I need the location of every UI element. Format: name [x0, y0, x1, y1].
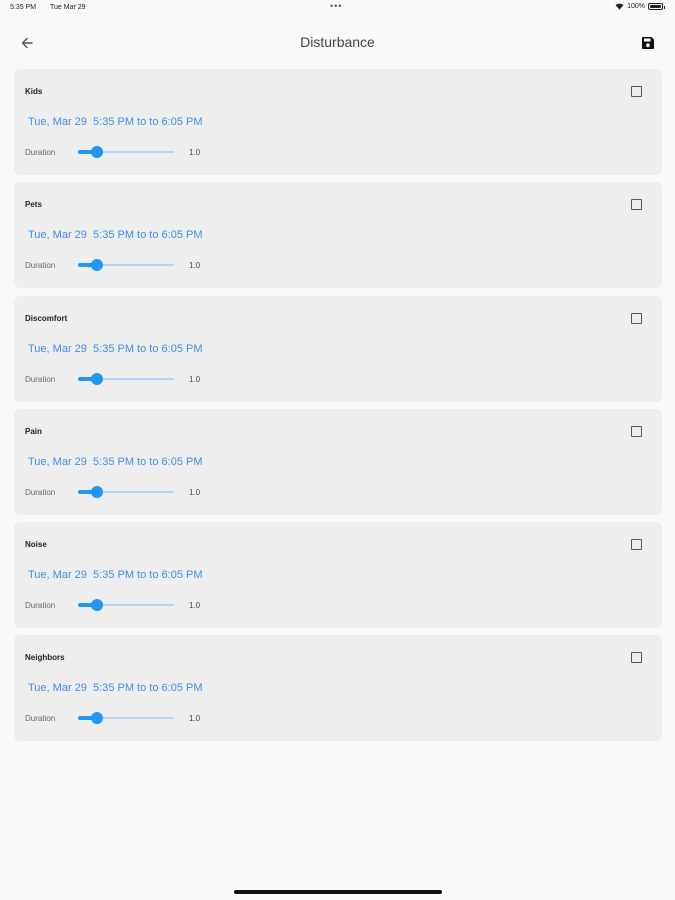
card-checkbox[interactable]	[631, 86, 642, 97]
duration-slider[interactable]	[78, 599, 174, 612]
home-indicator[interactable]	[234, 890, 442, 894]
disturbance-card: Neighbors Tue, Mar 29 5:35 PM to to 6:05…	[14, 635, 662, 742]
status-time: 5:35 PM	[10, 4, 37, 11]
disturbance-card: Kids Tue, Mar 29 5:35 PM to to 6:05 PM D…	[14, 69, 662, 175]
multitasking-dots[interactable]: •••	[330, 1, 342, 11]
wifi-icon	[615, 3, 624, 10]
card-title: Pets	[25, 200, 42, 210]
slider-thumb[interactable]	[91, 259, 104, 272]
duration-label: Duration	[25, 714, 56, 724]
duration-value: 1.0	[189, 601, 201, 611]
disturbance-card: Pets Tue, Mar 29 5:35 PM to to 6:05 PM D…	[14, 182, 662, 289]
start-time-text: 5:35 PM to	[93, 229, 147, 242]
card-checkbox[interactable]	[631, 312, 642, 324]
save-button[interactable]	[637, 32, 659, 54]
duration-slider[interactable]	[78, 372, 174, 385]
end-time-text: to 6:05 PM	[149, 342, 203, 355]
slider-thumb[interactable]	[91, 146, 104, 158]
disturbance-card: Noise Tue, Mar 29 5:35 PM to to 6:05 PM …	[14, 522, 662, 629]
battery-icon	[648, 3, 665, 10]
slider-thumb[interactable]	[91, 712, 104, 725]
time-range[interactable]: Tue, Mar 29 5:35 PM to to 6:05 PM	[28, 682, 203, 694]
slider-thumb[interactable]	[91, 485, 104, 498]
app-bar: Disturbance	[0, 22, 675, 64]
start-time-text: 5:35 PM to	[93, 455, 147, 468]
disturbance-list: Kids Tue, Mar 29 5:35 PM to to 6:05 PM D…	[14, 69, 662, 749]
status-right: 100%	[615, 3, 665, 10]
time-range[interactable]: Tue, Mar 29 5:35 PM to to 6:05 PM	[28, 569, 203, 581]
card-title: Noise	[25, 540, 47, 550]
end-time-text: to 6:05 PM	[149, 116, 203, 128]
card-title: Discomfort	[25, 313, 68, 323]
end-time-text: to 6:05 PM	[149, 229, 203, 242]
disturbance-card: Pain Tue, Mar 29 5:35 PM to to 6:05 PM D…	[14, 408, 662, 515]
duration-value: 1.0	[189, 714, 201, 724]
disturbance-card: Discomfort Tue, Mar 29 5:35 PM to to 6:0…	[14, 295, 662, 402]
duration-label: Duration	[25, 601, 56, 611]
card-title: Kids	[25, 87, 43, 96]
card-checkbox[interactable]	[631, 652, 642, 664]
card-title: Neighbors	[25, 653, 65, 663]
date-text: Tue, Mar 29	[28, 682, 87, 695]
end-time-text: to 6:05 PM	[149, 455, 203, 468]
duration-value: 1.0	[189, 374, 201, 384]
duration-slider[interactable]	[78, 146, 174, 158]
duration-label: Duration	[25, 148, 56, 157]
status-bar: 5:35 PM Tue Mar 29 ••• 100%	[0, 0, 675, 16]
start-time-text: 5:35 PM to	[93, 116, 147, 128]
date-text: Tue, Mar 29	[28, 342, 87, 355]
duration-slider[interactable]	[78, 259, 174, 272]
time-range[interactable]: Tue, Mar 29 5:35 PM to to 6:05 PM	[28, 229, 203, 241]
duration-value: 1.0	[189, 487, 201, 497]
duration-value: 1.0	[189, 148, 201, 157]
status-date: Tue Mar 29	[50, 4, 86, 11]
duration-label: Duration	[25, 374, 56, 384]
duration-slider[interactable]	[78, 485, 174, 498]
page-title: Disturbance	[300, 34, 375, 50]
duration-label: Duration	[25, 487, 56, 497]
start-time-text: 5:35 PM to	[93, 569, 147, 582]
card-title: Pain	[25, 426, 42, 436]
start-time-text: 5:35 PM to	[93, 342, 147, 355]
battery-percent: 100%	[627, 3, 645, 10]
floppy-disk-icon	[642, 37, 654, 49]
date-text: Tue, Mar 29	[28, 229, 87, 242]
end-time-text: to 6:05 PM	[149, 682, 203, 695]
duration-slider[interactable]	[78, 712, 174, 725]
time-range[interactable]: Tue, Mar 29 5:35 PM to to 6:05 PM	[28, 456, 203, 468]
date-text: Tue, Mar 29	[28, 569, 87, 582]
card-checkbox[interactable]	[631, 539, 642, 551]
duration-value: 1.0	[189, 261, 201, 271]
card-checkbox[interactable]	[631, 199, 642, 211]
duration-label: Duration	[25, 261, 56, 271]
date-text: Tue, Mar 29	[28, 455, 87, 468]
date-text: Tue, Mar 29	[28, 116, 87, 128]
time-range[interactable]: Tue, Mar 29 5:35 PM to to 6:05 PM	[28, 343, 203, 355]
card-checkbox[interactable]	[631, 425, 642, 437]
start-time-text: 5:35 PM to	[93, 682, 147, 695]
time-range[interactable]: Tue, Mar 29 5:35 PM to to 6:05 PM	[28, 116, 203, 128]
end-time-text: to 6:05 PM	[149, 569, 203, 582]
slider-thumb[interactable]	[91, 599, 104, 612]
slider-thumb[interactable]	[91, 372, 104, 385]
